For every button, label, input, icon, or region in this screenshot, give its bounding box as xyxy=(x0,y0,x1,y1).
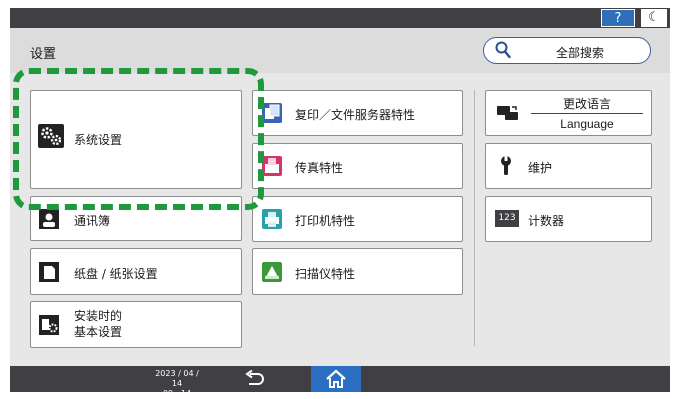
language-english-label: Language xyxy=(560,117,614,131)
language-icon xyxy=(497,106,518,120)
date-time: 2023 / 04 / 14 09 : 14 xyxy=(152,369,202,399)
fax-label: 传真特性 xyxy=(295,161,344,175)
install-settings-icon xyxy=(39,315,59,335)
wrench-icon xyxy=(501,156,511,175)
copy-document-server-label: 复印／文件服务器特性 xyxy=(295,108,416,122)
column-divider xyxy=(474,90,475,346)
language-divider xyxy=(531,113,643,114)
page-title: 设置 xyxy=(30,47,57,62)
paper-tray-label: 纸盘 / 纸张设置 xyxy=(74,267,158,281)
install-basic-label-line1: 安装时的 xyxy=(74,309,123,323)
fax-icon xyxy=(262,156,282,176)
paper-tray-tile[interactable]: 纸盘 / 纸张设置 xyxy=(30,248,242,295)
printer-label: 打印机特性 xyxy=(295,214,356,228)
copy-icon xyxy=(262,103,282,123)
scanner-label: 扫描仪特性 xyxy=(295,267,356,281)
counter-icon: 123 xyxy=(495,210,519,227)
top-bar xyxy=(10,8,670,28)
date-label: 2023 / 04 / 14 xyxy=(155,369,199,388)
highlight-box xyxy=(13,68,264,210)
copy-document-server-tile[interactable]: 复印／文件服务器特性 xyxy=(252,90,463,136)
scanner-icon xyxy=(262,262,282,282)
paper-icon xyxy=(39,262,59,282)
help-button[interactable]: ? xyxy=(601,9,635,27)
address-book-icon xyxy=(39,209,59,229)
printer-icon xyxy=(262,209,282,229)
search-icon xyxy=(495,41,511,59)
fax-tile[interactable]: 传真特性 xyxy=(252,143,463,189)
back-icon[interactable] xyxy=(244,370,266,388)
home-button[interactable] xyxy=(311,366,361,392)
install-basic-label-line2: 基本设置 xyxy=(74,325,123,339)
maintenance-tile[interactable]: 维护 xyxy=(485,143,652,189)
time-label: 09 : 14 xyxy=(162,389,192,398)
change-language-label: 更改语言 xyxy=(562,97,611,111)
search-all-label: 全部搜索 xyxy=(555,46,604,60)
counter-tile[interactable]: 123 计数器 xyxy=(485,196,652,242)
home-icon xyxy=(326,369,346,388)
counter-label: 计数器 xyxy=(528,214,565,228)
address-book-label: 通讯簿 xyxy=(74,214,111,228)
change-language-tile[interactable]: 更改语言 Language xyxy=(485,90,652,136)
printer-tile[interactable]: 打印机特性 xyxy=(252,196,463,242)
scanner-tile[interactable]: 扫描仪特性 xyxy=(252,248,463,295)
install-basic-settings-tile[interactable]: 安装时的 基本设置 xyxy=(30,301,242,348)
maintenance-label: 维护 xyxy=(528,161,553,175)
night-mode-button[interactable]: ☾ xyxy=(641,9,667,27)
